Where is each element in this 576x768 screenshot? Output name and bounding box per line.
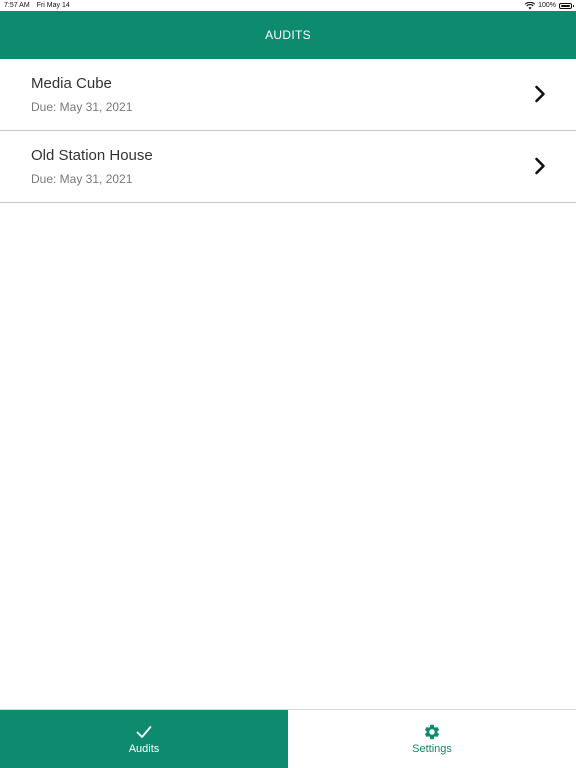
status-indicators: 100% (525, 1, 574, 10)
status-time: 7:57 AM (4, 2, 30, 9)
audit-list: Media Cube Due: May 31, 2021 Old Station… (0, 59, 576, 203)
wifi-icon (525, 1, 536, 9)
status-date: Fri May 14 (36, 2, 70, 9)
page-title: AUDITS (265, 28, 311, 42)
chevron-right-icon (535, 85, 545, 103)
nav-header: AUDITS (0, 11, 576, 59)
gear-icon (424, 724, 440, 740)
status-bar: 7:57 AM Fri May 14 100% (0, 0, 576, 11)
app-screen: 7:57 AM Fri May 14 100% AUDITS Media Cube… (0, 0, 576, 768)
status-time-date: 7:57 AM Fri May 14 (4, 1, 70, 10)
audit-due-date: Due: May 31, 2021 (31, 172, 133, 186)
audit-row-media-cube[interactable]: Media Cube Due: May 31, 2021 (0, 59, 576, 131)
battery-percent: 100% (538, 2, 556, 9)
audit-name: Media Cube (31, 75, 112, 92)
audit-due-date: Due: May 31, 2021 (31, 100, 133, 114)
tab-label: Audits (128, 743, 160, 755)
chevron-right-icon (535, 157, 545, 175)
tab-audits[interactable]: Audits (0, 710, 288, 768)
battery-icon (559, 2, 574, 9)
audit-row-old-station-house[interactable]: Old Station House Due: May 31, 2021 (0, 131, 576, 203)
audit-name: Old Station House (31, 147, 153, 164)
tab-bar: Audits Settings (0, 709, 576, 768)
tab-settings[interactable]: Settings (288, 710, 576, 768)
tab-label: Settings (412, 743, 452, 755)
checkmark-icon (136, 726, 152, 738)
